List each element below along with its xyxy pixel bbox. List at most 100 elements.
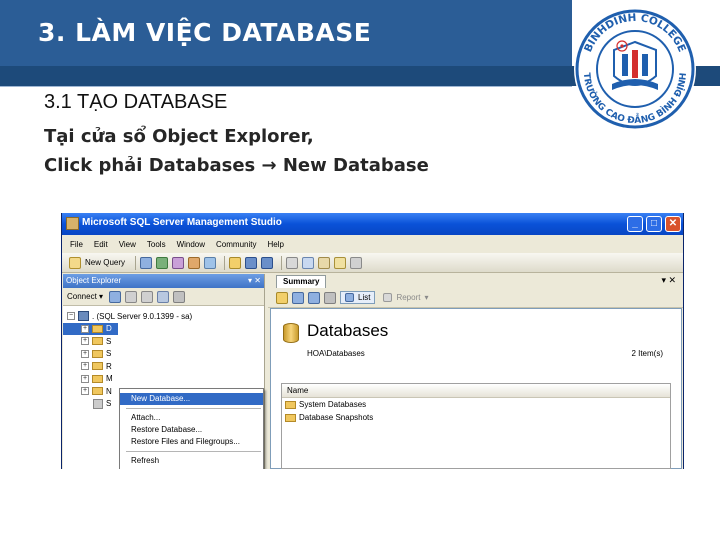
tree-node-label: N [106,386,112,396]
college-logo-graphic: BINHDINH COLLEGE TRƯỜNG CAO ĐẲNG BÌNH ĐỊ… [575,9,695,129]
object-explorer-header: Object Explorer ▾ ✕ [63,274,264,288]
minimize-button[interactable]: _ [627,216,643,232]
properties-icon[interactable] [334,256,347,269]
tree-node-label: R [106,361,112,371]
tab-strip-buttons[interactable]: ▾ ✕ [661,275,676,286]
database-icon [283,323,299,343]
object-explorer-title: Object Explorer [66,276,122,285]
folder-icon [92,349,103,358]
stop-icon[interactable] [141,290,154,303]
back-icon[interactable] [308,291,320,304]
folder-icon [285,413,296,422]
list-view-button[interactable]: List [340,291,376,304]
object-explorer-header-buttons[interactable]: ▾ ✕ [248,274,261,288]
new-query-label: New Query [85,258,126,267]
disconnect-icon[interactable] [125,290,138,303]
summary-tab-strip: Summary ▾ ✕ [268,274,683,288]
expand-icon[interactable]: + [81,362,89,371]
folder-icon [92,374,103,383]
tree-node-databases[interactable]: + D [63,322,118,335]
expand-icon[interactable]: + [81,349,89,358]
connect-button[interactable]: Connect ▾ [67,292,103,301]
main-toolbar: New Query [62,253,683,273]
open-file-icon[interactable] [229,256,242,269]
tree-node-label: S [106,349,112,359]
tree-node[interactable]: + R [63,360,264,373]
menu-file[interactable]: File [70,240,83,249]
menu-item-restore-files[interactable]: Restore Files and Filegroups... [120,436,263,448]
expand-icon[interactable]: + [81,324,89,333]
menu-item-refresh[interactable]: Refresh [120,455,263,467]
toolbar-separator [281,255,283,270]
ssms-window: Microsoft SQL Server Management Studio _… [61,213,684,469]
tree-node-label: S [106,399,112,409]
menu-window[interactable]: Window [177,240,205,249]
toolbox-icon[interactable] [350,256,363,269]
agent-icon [93,398,103,409]
expand-icon[interactable]: + [81,374,89,383]
server-icon [78,311,89,322]
analysis-query-icon[interactable] [172,256,185,269]
summary-list: Name System Databases Database Snapshots [281,383,671,469]
connect-icon[interactable] [109,290,122,303]
refresh-icon[interactable] [157,290,170,303]
collapse-icon[interactable]: − [67,312,75,321]
instruction-line-1: Tại cửa sổ Object Explorer, [44,126,314,147]
save-icon[interactable] [245,256,258,269]
column-header-name[interactable]: Name [282,384,670,398]
database-engine-query-icon[interactable] [156,256,169,269]
sync-icon[interactable] [292,291,304,304]
summary-toolbar: List Report ▾ [268,288,683,308]
new-query-button[interactable]: New Query [66,255,128,271]
tree-node-label: S [106,336,112,346]
college-logo: BINHDINH COLLEGE TRƯỜNG CAO ĐẲNG BÌNH ĐỊ… [574,6,696,132]
tab-summary[interactable]: Summary [276,275,327,288]
menu-view[interactable]: View [119,240,136,249]
folder-icon [92,337,103,346]
menu-help[interactable]: Help [267,240,283,249]
menu-item-new-database[interactable]: New Database... [120,393,263,405]
context-menu: New Database... Attach... Restore Databa… [119,388,264,469]
new-query-icon [69,256,81,269]
folder-icon [92,387,103,396]
window-titlebar[interactable]: Microsoft SQL Server Management Studio _… [62,213,683,235]
save-all-icon[interactable] [261,256,274,269]
template-explorer-icon[interactable] [318,256,331,269]
close-button[interactable]: ✕ [665,216,681,232]
tree-node-label: M [106,374,113,384]
folder-icon [92,362,103,371]
section-subheading: 3.1 TẠO DATABASE [44,91,228,113]
expand-icon[interactable]: + [81,387,89,396]
menu-edit[interactable]: Edit [94,240,108,249]
filter-icon[interactable] [324,291,336,304]
object-explorer-icon[interactable] [302,256,315,269]
menu-tools[interactable]: Tools [147,240,166,249]
object-explorer-toolbar: Connect ▾ [63,288,264,306]
query-icon[interactable] [140,256,153,269]
folder-icon [92,324,103,333]
menu-bar: File Edit View Tools Window Community He… [62,235,683,253]
server-node-label: . (SQL Server 9.0.1399 - sa) [92,311,193,321]
menu-item-attach[interactable]: Attach... [120,412,263,424]
menu-separator [126,408,261,409]
tree-node[interactable]: + S [63,335,264,348]
filter-icon[interactable] [173,290,186,303]
list-icon [345,293,354,302]
list-item[interactable]: Database Snapshots [282,411,670,424]
menu-community[interactable]: Community [216,240,256,249]
tree-node-label: D [106,324,112,334]
expand-icon[interactable]: + [81,337,89,346]
maximize-button[interactable]: □ [646,216,662,232]
tree-server-node[interactable]: − . (SQL Server 9.0.1399 - sa) [63,310,264,323]
tree-node[interactable]: + M [63,373,264,386]
list-item[interactable]: System Databases [282,398,670,411]
mdx-query-icon[interactable] [188,256,201,269]
menu-item-restore-database[interactable]: Restore Database... [120,424,263,436]
tree-node[interactable]: + S [63,348,264,361]
summary-item-count: 2 Item(s) [631,349,663,358]
registered-servers-icon[interactable] [286,256,299,269]
toolbar-separator [135,255,137,270]
xmla-query-icon[interactable] [204,256,217,269]
folder-up-icon[interactable] [276,291,288,304]
report-button[interactable]: Report ▾ [383,293,428,302]
